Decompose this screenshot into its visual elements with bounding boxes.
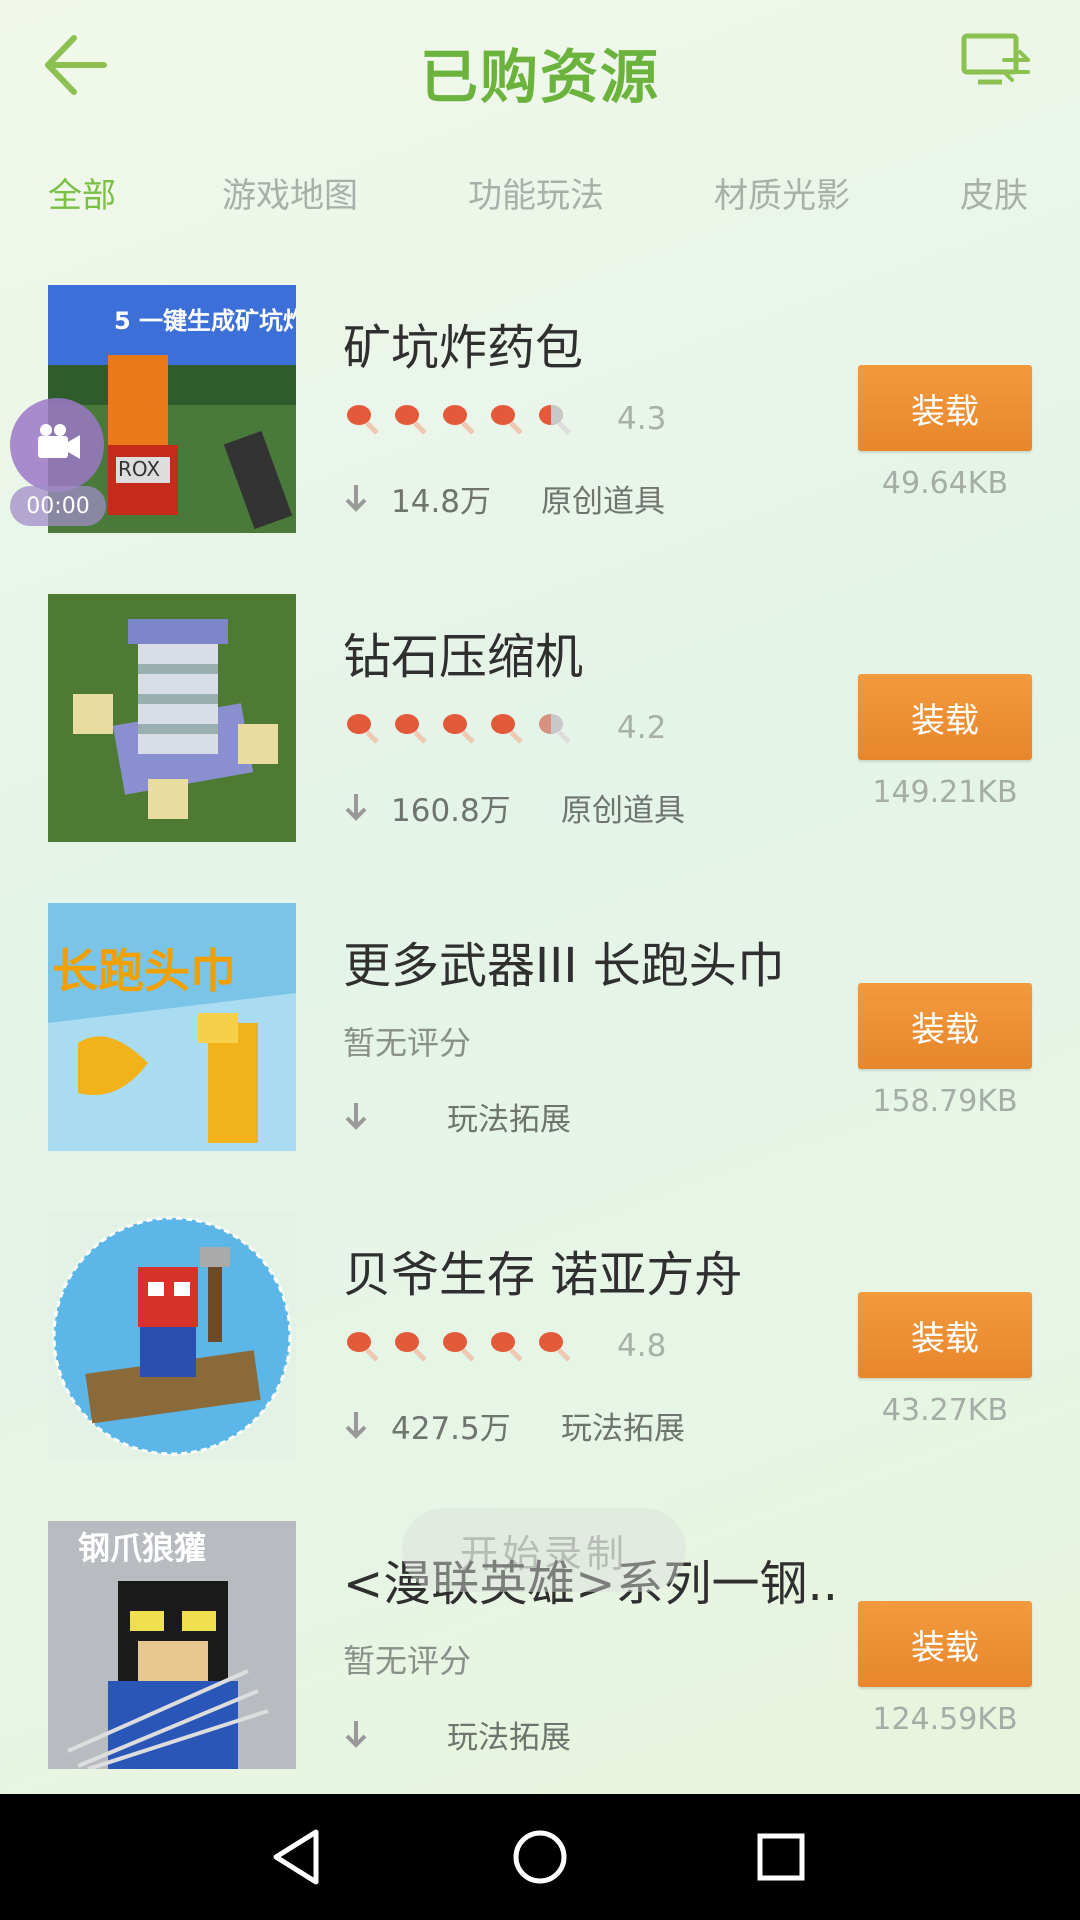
nav-recents-icon[interactable]: [748, 1824, 814, 1890]
file-size: 158.79KB: [872, 1084, 1018, 1119]
download-icon: [345, 1412, 367, 1439]
meat-rating-icon-empty: [539, 714, 571, 744]
download-icon: [345, 794, 367, 821]
file-size: 43.27KB: [881, 1393, 1009, 1428]
list-item[interactable]: 钻石压缩机 4.2 160.8万 原创道具 装载 149.21KB: [0, 591, 1080, 851]
load-button[interactable]: 装载: [858, 674, 1032, 760]
meat-rating-icon-empty: [539, 405, 571, 435]
system-nav-bar: [0, 1794, 1080, 1920]
meat-rating-icon: [443, 1332, 475, 1362]
rating-score: 4.2: [617, 710, 667, 746]
tab-textures[interactable]: 材质光影: [714, 168, 850, 217]
download-count: 427.5万: [391, 1410, 511, 1447]
svg-text:ROX: ROX: [118, 457, 160, 481]
list-item[interactable]: ROX 5 一键生成矿坑炸药 矿坑炸药包 4.3 14.8万 原创道具 装载 4…: [0, 282, 1080, 542]
resource-meta: 玩法拓展: [343, 1714, 571, 1756]
no-rating-text: 暂无评分: [343, 1024, 472, 1062]
pc-transfer-icon[interactable]: [960, 30, 1032, 96]
file-size: 49.64KB: [881, 466, 1009, 501]
meat-rating-icon: [443, 405, 475, 435]
tab-skins[interactable]: 皮肤: [960, 168, 1028, 217]
meat-rating-icon: [395, 1332, 427, 1362]
thumbnail-caption: 5 一键生成矿坑炸药: [114, 307, 296, 335]
rating-stars: 4.3: [343, 399, 666, 439]
tab-gameplay[interactable]: 功能玩法: [468, 168, 604, 217]
download-icon: [345, 1721, 367, 1748]
file-size: 149.21KB: [872, 775, 1018, 810]
page-title: 已购资源: [419, 43, 660, 111]
resource-name: 矿坑炸药包: [343, 320, 584, 376]
resource-name: 贝爷生存 诺亚方舟: [343, 1247, 743, 1303]
load-button[interactable]: 装载: [858, 1292, 1032, 1378]
no-rating-text: 暂无评分: [343, 1642, 472, 1680]
download-icon: [345, 485, 367, 512]
meat-rating-icon: [347, 1332, 379, 1362]
screen-recorder-button[interactable]: [10, 398, 104, 492]
meat-rating-icon: [347, 714, 379, 744]
list-item[interactable]: 贝爷生存 诺亚方舟 4.8 427.5万 玩法拓展 装载 43.27KB: [0, 1209, 1080, 1469]
resource-thumbnail: [48, 594, 296, 842]
resource-thumbnail: 长跑头巾: [48, 903, 296, 1151]
meat-rating-icon: [491, 405, 523, 435]
file-size: 124.59KB: [872, 1702, 1018, 1737]
resource-thumbnail: [48, 1212, 296, 1460]
tab-all[interactable]: 全部: [48, 168, 116, 217]
header: 已购资源: [0, 0, 1080, 140]
thumbnail-caption: 钢爪狼獾: [78, 1529, 206, 1567]
meat-rating-icon: [395, 405, 427, 435]
nav-back-icon[interactable]: [266, 1824, 332, 1890]
download-count: 14.8万: [391, 483, 492, 520]
download-icon: [345, 1103, 367, 1130]
list-item[interactable]: 长跑头巾 更多武器III 长跑头巾 暂无评分 玩法拓展 装载 158.79KB: [0, 900, 1080, 1160]
load-button[interactable]: 装载: [858, 1601, 1032, 1687]
recorder-timer: 00:00: [10, 486, 106, 526]
resource-thumbnail: 钢爪狼獾: [48, 1521, 296, 1769]
resource-category: 原创道具: [541, 483, 665, 520]
meat-rating-icon: [539, 1332, 571, 1362]
resource-category: 玩法拓展: [447, 1101, 571, 1138]
resource-category: 玩法拓展: [447, 1719, 571, 1756]
resource-meta: 14.8万 原创道具: [343, 478, 665, 520]
nav-home-icon[interactable]: [507, 1824, 573, 1890]
resource-meta: 160.8万 原创道具: [343, 787, 685, 829]
resource-meta: 427.5万 玩法拓展: [343, 1405, 685, 1447]
rating-score: 4.8: [617, 1328, 667, 1364]
meat-rating-icon: [347, 405, 379, 435]
rating-score: 4.3: [617, 401, 667, 437]
rating-stars: 4.2: [343, 708, 666, 748]
resource-name: 钻石压缩机: [343, 629, 584, 685]
tab-maps[interactable]: 游戏地图: [222, 168, 358, 217]
meat-rating-icon: [443, 714, 475, 744]
resource-name: 更多武器III 长跑头巾: [343, 938, 785, 994]
recording-toast: 开始录制: [402, 1508, 686, 1592]
video-camera-icon: [38, 424, 80, 459]
load-button[interactable]: 装载: [858, 365, 1032, 451]
resource-category: 玩法拓展: [561, 1410, 685, 1447]
thumbnail-caption: 长跑头巾: [52, 944, 236, 998]
rating-stars: 4.8: [343, 1326, 666, 1366]
resource-meta: 玩法拓展: [343, 1096, 571, 1138]
load-button[interactable]: 装载: [858, 983, 1032, 1069]
resource-category: 原创道具: [561, 792, 685, 829]
download-count: 160.8万: [391, 792, 511, 829]
meat-rating-icon: [395, 714, 427, 744]
category-tabs: 全部 游戏地图 功能玩法 材质光影 皮肤: [0, 160, 1080, 220]
meat-rating-icon: [491, 714, 523, 744]
meat-rating-icon: [491, 1332, 523, 1362]
